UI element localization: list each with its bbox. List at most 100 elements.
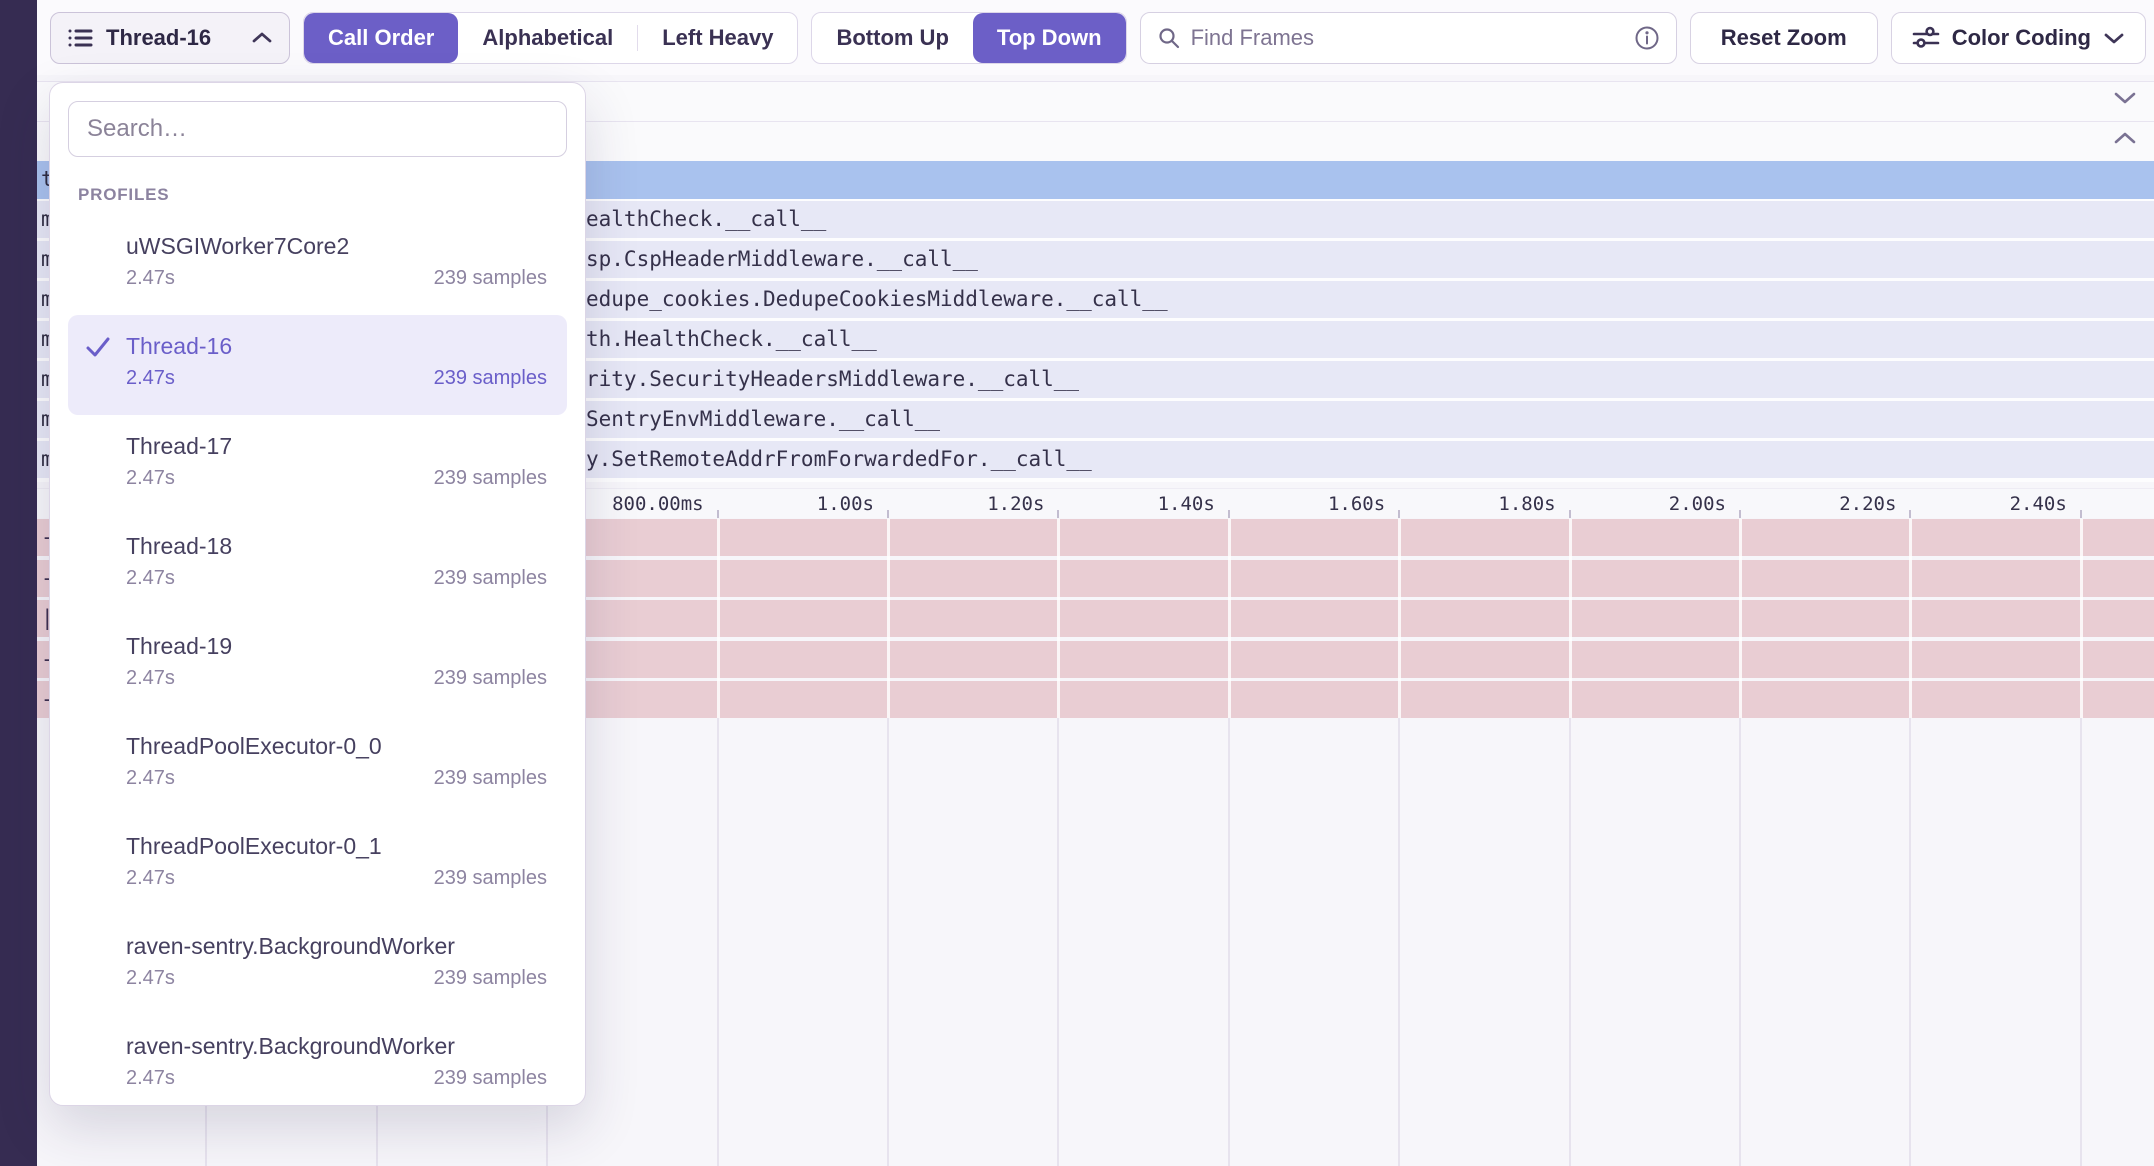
- profile-stats: 2.47s 239 samples: [126, 667, 547, 690]
- time-gridline: [1909, 718, 1911, 1166]
- profile-stats: 2.47s239 samples: [126, 967, 547, 990]
- direction-segmented-control: Bottom UpTop Down: [811, 12, 1126, 64]
- time-gridline: [1569, 718, 1571, 1166]
- profile-duration: 2.47s: [126, 267, 175, 290]
- profile-item-thread-18[interactable]: Thread-18 2.47s 239 samples: [68, 515, 567, 615]
- profile-duration: 2.47s: [126, 567, 175, 590]
- profile-stats: 2.47s 239 samples: [126, 267, 547, 290]
- profile-duration: 2.47s: [126, 767, 175, 790]
- chevron-down-icon: [2103, 31, 2125, 45]
- sort-option-left-heavy[interactable]: Left Heavy: [638, 13, 797, 63]
- axis-tick-mark: [1739, 510, 1741, 518]
- profile-stats: 2.47s 239 samples: [126, 467, 547, 490]
- profile-samples: 239 samples: [434, 967, 547, 990]
- collapse-minimap-chevron-down-icon[interactable]: [2112, 90, 2138, 106]
- profile-samples: 239 samples: [434, 767, 547, 790]
- profile-samples: 239 samples: [434, 467, 547, 490]
- reset-zoom-label: Reset Zoom: [1721, 25, 1847, 51]
- time-gridline: [1057, 718, 1059, 1166]
- profile-samples: 239 samples: [434, 667, 547, 690]
- axis-tick-mark: [1228, 510, 1230, 518]
- thread-selector-label: Thread-16: [106, 25, 239, 51]
- direction-option-top-down[interactable]: Top Down: [973, 13, 1126, 63]
- sort-segmented-control: Call OrderAlphabeticalLeft Heavy: [303, 12, 798, 64]
- profile-name: ThreadPoolExecutor-0_1: [126, 829, 547, 863]
- frame-label: rity.SecurityHeadersMiddleware.__call__: [586, 367, 1079, 391]
- profile-stats: 2.47s 239 samples: [126, 767, 547, 790]
- profile-duration: 2.47s: [126, 1067, 175, 1090]
- time-gridline: [1398, 718, 1400, 1166]
- reset-zoom-button[interactable]: Reset Zoom: [1690, 12, 1878, 64]
- find-frames-input[interactable]: [1191, 25, 1624, 51]
- color-coding-button[interactable]: Color Coding: [1891, 12, 2146, 64]
- profile-samples: 239 samples: [434, 567, 547, 590]
- axis-tick-mark: [1398, 510, 1400, 518]
- profile-item-threadpoolexecutor-0-0[interactable]: ThreadPoolExecutor-0_0 2.47s 239 samples: [68, 715, 567, 815]
- frame-label: edupe_cookies.DedupeCookiesMiddleware.__…: [586, 287, 1168, 311]
- profile-stats: 2.47s 239 samples: [126, 367, 547, 390]
- profile-name: ThreadPoolExecutor-0_0: [126, 729, 547, 763]
- time-gridline: [1739, 718, 1741, 1166]
- time-gridline: [1228, 718, 1230, 1166]
- info-icon[interactable]: [1634, 25, 1660, 51]
- profile-item-thread-17[interactable]: Thread-17 2.47s 239 samples: [68, 415, 567, 515]
- frame-label: sp.CspHeaderMiddleware.__call__: [586, 247, 978, 271]
- profile-duration: 2.47s: [126, 667, 175, 690]
- color-coding-label: Color Coding: [1952, 25, 2091, 51]
- profile-item-uwsgiworker7core2[interactable]: uWSGIWorker7Core2 2.47s 239 samples: [68, 215, 567, 315]
- profile-samples: 239 samples: [434, 367, 547, 390]
- profile-stats: 2.47s 239 samples: [126, 1067, 547, 1090]
- profile-item-thread-16[interactable]: Thread-16 2.47s 239 samples: [68, 315, 567, 415]
- profile-item-raven-sentry-backgroundworker[interactable]: raven-sentry.BackgroundWorker 2.47s239 sa…: [68, 915, 567, 1015]
- profile-stats: 2.47s 239 samples: [126, 867, 547, 890]
- thread-list-icon: [67, 24, 94, 51]
- profiles-list: uWSGIWorker7Core22.47s239 samplesThread-…: [68, 215, 567, 1106]
- frame-label: SentryEnvMiddleware.__call__: [586, 407, 940, 431]
- profiles-search-input[interactable]: [68, 101, 567, 157]
- profile-name: Thread-19: [126, 629, 547, 663]
- frame-label: ealthCheck.__call__: [586, 207, 826, 231]
- profile-item-raven-sentry-backgroundworker[interactable]: raven-sentry.BackgroundWorker 2.47s 239 sa…: [68, 1015, 567, 1106]
- profile-name: uWSGIWorker7Core2: [126, 229, 547, 263]
- profiles-section-label: PROFILES: [78, 185, 567, 205]
- profile-item-threadpoolexecutor-0-1[interactable]: ThreadPoolExecutor-0_1 2.47s 239 samples: [68, 815, 567, 915]
- axis-tick-mark: [717, 510, 719, 518]
- frame-label: th.HealthCheck.__call__: [586, 327, 877, 351]
- profile-samples: 239 samples: [434, 867, 547, 890]
- checkmark-icon: [84, 333, 112, 361]
- profile-duration: 2.47s: [126, 467, 175, 490]
- frame-label: y.SetRemoteAddrFromForwardedFor.__call__: [586, 447, 1092, 471]
- time-gridline: [717, 718, 719, 1166]
- profile-stats: 2.47s 239 samples: [126, 567, 547, 590]
- search-icon: [1157, 26, 1181, 50]
- profile-name: Thread-18: [126, 529, 547, 563]
- chevron-up-icon: [251, 31, 273, 45]
- sort-option-call-order[interactable]: Call Order: [304, 13, 458, 63]
- profile-name: Thread-17: [126, 429, 547, 463]
- profile-duration: 2.47s: [126, 867, 175, 890]
- collapse-flamegraph-chevron-up-icon[interactable]: [2112, 130, 2138, 146]
- profile-duration: 2.47s: [126, 367, 175, 390]
- profile-name: raven-sentry.BackgroundWorker: [126, 1029, 547, 1063]
- profiles-dropdown-panel: PROFILES uWSGIWorker7Core2 2.47s 239 sampl…: [49, 82, 586, 1106]
- profile-name: raven-sentry.BackgroundWorker: [126, 929, 547, 963]
- time-gridline: [2080, 718, 2082, 1166]
- axis-tick-mark: [887, 510, 889, 518]
- thread-selector-button[interactable]: Thread-16: [50, 12, 290, 64]
- flamegraph-toolbar: Thread-16 Call OrderAlphabeticalLeft Hea…: [37, 0, 2154, 75]
- sliders-icon: [1912, 25, 1940, 51]
- direction-option-bottom-up[interactable]: Bottom Up: [812, 13, 972, 63]
- profile-samples: 239 samples: [434, 267, 547, 290]
- time-gridline: [887, 718, 889, 1166]
- axis-tick-mark: [1569, 510, 1571, 518]
- axis-tick-mark: [1057, 510, 1059, 518]
- axis-tick-mark: [2080, 510, 2082, 518]
- profile-samples: 239 samples: [434, 1067, 547, 1090]
- profile-item-thread-19[interactable]: Thread-19 2.47s 239 samples: [68, 615, 567, 715]
- profile-name: Thread-16: [126, 329, 547, 363]
- find-frames-search[interactable]: [1140, 12, 1677, 64]
- axis-tick-mark: [1909, 510, 1911, 518]
- axis-tick-label: 2.40s: [1867, 493, 2067, 515]
- sort-option-alphabetical[interactable]: Alphabetical: [458, 13, 637, 63]
- app-sidebar-strip: [0, 0, 37, 1166]
